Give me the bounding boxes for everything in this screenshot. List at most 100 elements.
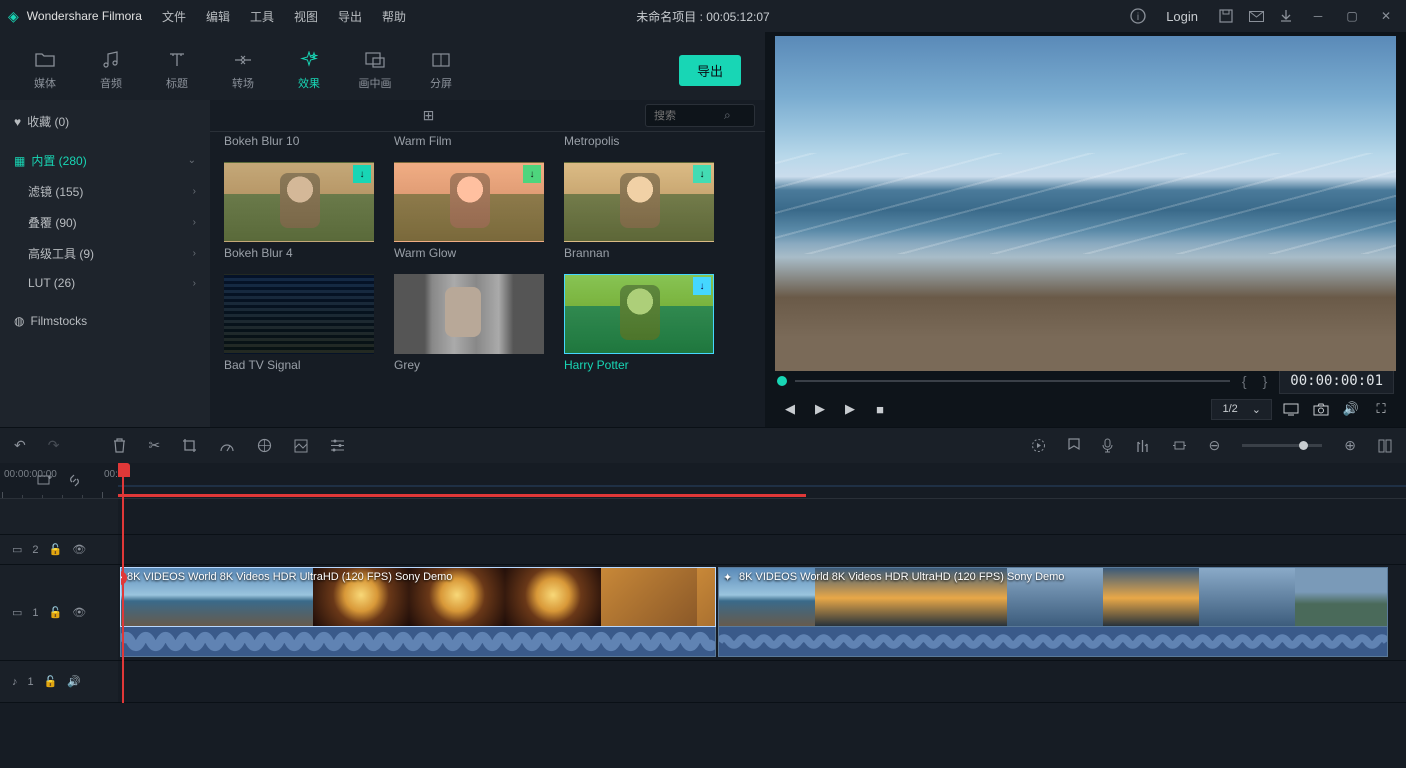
tab-bar: 媒体 音频 标题 转场 效果 画中画 分屏 导出 [0, 32, 765, 100]
mark-out-icon[interactable]: } [1259, 373, 1272, 389]
menu-tools[interactable]: 工具 [242, 4, 282, 29]
render-button[interactable] [1031, 438, 1046, 453]
chevron-down-icon: ⌄ [188, 155, 196, 166]
download-badge-icon[interactable]: ↓ [693, 165, 711, 183]
timeline-clip-1[interactable]: ✦ 8K VIDEOS World 8K Videos HDR UltraHD … [120, 567, 716, 627]
link-icon[interactable] [67, 473, 82, 488]
playhead-handle-icon[interactable] [118, 463, 130, 477]
export-button[interactable]: 导出 [679, 55, 741, 86]
download-icon[interactable] [1276, 6, 1296, 26]
menu-export[interactable]: 导出 [330, 4, 370, 29]
effect-thumb[interactable]: Bad TV Signal [224, 274, 374, 372]
adjust-button[interactable] [330, 439, 345, 452]
undo-button[interactable]: ↶ [14, 437, 26, 454]
eye-icon[interactable]: 👁 [72, 543, 86, 556]
clip-2-waveform[interactable] [718, 627, 1388, 657]
effect-thumb[interactable]: ↓Bokeh Blur 4 [224, 162, 374, 260]
redo-button[interactable]: ↷ [48, 437, 60, 454]
playhead[interactable] [122, 463, 124, 703]
play-button[interactable]: ▶ [809, 398, 831, 420]
tab-pip[interactable]: 画中画 [346, 43, 404, 97]
sidebar-lut[interactable]: LUT (26)› [0, 269, 210, 297]
effect-thumb-selected[interactable]: ↓Harry Potter [564, 274, 714, 372]
snapshot-icon[interactable] [1310, 398, 1332, 420]
quality-icon[interactable] [1280, 398, 1302, 420]
tab-media[interactable]: 媒体 [16, 43, 74, 97]
zoom-out-button[interactable]: ⊖ [1209, 437, 1221, 454]
window-close-icon[interactable]: ✕ [1374, 4, 1398, 28]
thumb-label: Bokeh Blur 10 [224, 132, 374, 148]
search-input[interactable] [654, 110, 724, 122]
lock-icon[interactable]: 🔓 [49, 543, 63, 556]
download-badge-icon[interactable]: ↓ [523, 165, 541, 183]
track-video2[interactable] [118, 535, 1406, 565]
menu-file[interactable]: 文件 [154, 4, 194, 29]
marker-button[interactable] [1068, 438, 1080, 453]
window-minimize-icon[interactable]: ─ [1306, 4, 1330, 28]
track-header-video2[interactable]: ▭2🔓👁 [0, 535, 118, 565]
menu-help[interactable]: 帮助 [374, 4, 414, 29]
progress-bar[interactable] [795, 380, 1230, 382]
fullscreen-icon[interactable]: ⛶ [1370, 398, 1392, 420]
login-button[interactable]: Login [1158, 7, 1206, 26]
track-header-video1[interactable]: ▭1🔓👁 [0, 565, 118, 661]
tab-split[interactable]: 分屏 [412, 43, 470, 97]
prev-button[interactable]: ◀ [779, 398, 801, 420]
menu-view[interactable]: 视图 [286, 4, 326, 29]
sidebar-overlays[interactable]: 叠覆 (90)› [0, 207, 210, 238]
record-button[interactable] [1102, 438, 1113, 453]
zoom-slider[interactable] [1242, 444, 1322, 447]
save-icon[interactable] [1216, 6, 1236, 26]
sidebar-builtin[interactable]: ▦内置 (280)⌄ [0, 145, 210, 176]
effect-thumb[interactable]: ↓Warm Glow [394, 162, 544, 260]
stop-button[interactable]: ■ [869, 398, 891, 420]
lock-icon[interactable]: 🔓 [44, 675, 58, 688]
search-box[interactable]: ⌕ [645, 104, 755, 127]
app-name: Wondershare Filmora [27, 9, 142, 23]
info-icon[interactable]: i [1128, 6, 1148, 26]
keyframe-button[interactable] [1172, 439, 1187, 452]
window-maximize-icon[interactable]: ▢ [1340, 4, 1364, 28]
mail-icon[interactable] [1246, 6, 1266, 26]
track-video1[interactable]: ✦ 8K VIDEOS World 8K Videos HDR UltraHD … [118, 565, 1406, 661]
tab-audio[interactable]: 音频 [82, 43, 140, 97]
sidebar-favorites[interactable]: ♥收藏 (0) [0, 106, 210, 137]
effect-thumb[interactable]: Grey [394, 274, 544, 372]
audio-mixer-button[interactable] [1135, 439, 1150, 453]
tab-transition[interactable]: 转场 [214, 43, 272, 97]
menu-edit[interactable]: 编辑 [198, 4, 238, 29]
preview-zoom-select[interactable]: 1/2⌄ [1211, 399, 1272, 420]
sidebar-advanced[interactable]: 高级工具 (9)› [0, 238, 210, 269]
timeline-ruler[interactable] [118, 463, 1406, 499]
zoom-fit-button[interactable] [1378, 439, 1392, 453]
crop-button[interactable] [182, 438, 197, 453]
effect-thumb[interactable]: ↓Brannan [564, 162, 714, 260]
clip-1-waveform[interactable] [120, 627, 716, 657]
download-badge-icon[interactable]: ↓ [353, 165, 371, 183]
sidebar-filmstocks[interactable]: ◍Filmstocks [0, 307, 210, 335]
speaker-icon[interactable]: 🔊 [67, 675, 81, 688]
folder-icon [35, 49, 55, 71]
track-audio1[interactable] [118, 661, 1406, 703]
volume-icon[interactable]: 🔊 [1340, 398, 1362, 420]
track-header-audio1[interactable]: ♪1🔓🔊 [0, 661, 118, 703]
sidebar-filters[interactable]: 滤镜 (155)› [0, 176, 210, 207]
greenscreen-button[interactable] [294, 439, 308, 453]
eye-icon[interactable]: 👁 [72, 606, 86, 619]
tab-title[interactable]: 标题 [148, 43, 206, 97]
lock-icon[interactable]: 🔓 [49, 606, 63, 619]
mark-in-icon[interactable]: { [1238, 373, 1251, 389]
preview-video[interactable] [775, 36, 1396, 371]
delete-button[interactable] [113, 438, 126, 453]
timeline-clip-2[interactable]: 8K VIDEOS World 8K Videos HDR UltraHD (1… [718, 567, 1388, 627]
color-button[interactable] [257, 438, 272, 453]
tab-effects[interactable]: 效果 [280, 43, 338, 97]
split-button[interactable]: ✂ [148, 437, 160, 454]
playhead-dot-icon[interactable] [777, 376, 787, 386]
zoom-in-button[interactable]: ⊕ [1344, 437, 1356, 454]
next-button[interactable]: ▶ [839, 398, 861, 420]
speed-button[interactable] [219, 439, 235, 453]
audio-track-icon: ♪ [12, 676, 18, 688]
grid-view-icon[interactable]: ⊞ [423, 107, 435, 124]
download-badge-icon[interactable]: ↓ [693, 277, 711, 295]
